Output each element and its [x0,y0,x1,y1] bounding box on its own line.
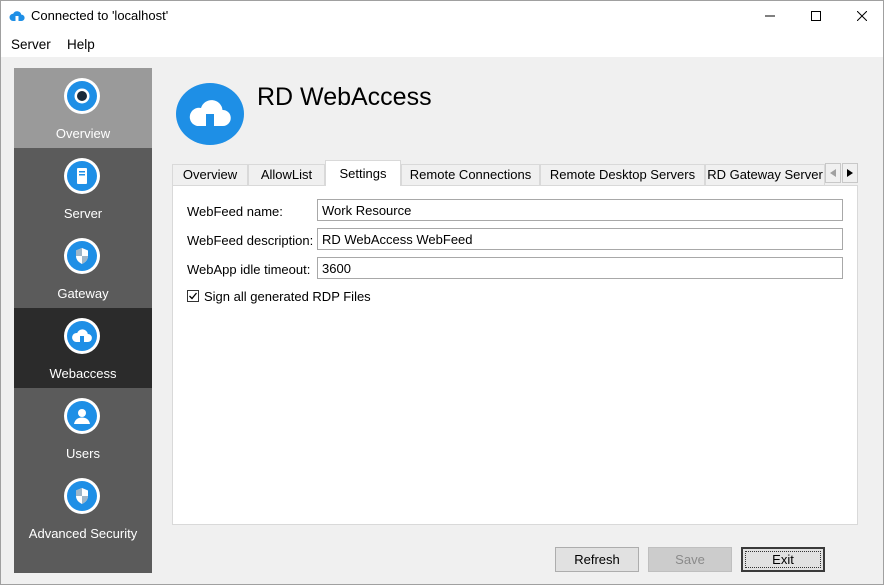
tab-scroll-left-button[interactable] [825,163,841,183]
users-icon [64,398,100,434]
tab-overview[interactable]: Overview [172,164,248,185]
webfeed-name-label: WebFeed name: [187,204,283,219]
exit-button[interactable]: Exit [741,547,825,572]
maximize-icon [811,11,821,21]
close-icon [857,11,867,21]
maximize-button[interactable] [793,1,839,31]
menu-server[interactable]: Server [11,37,51,52]
sidebar-item-label: Overview [55,126,111,141]
webfeed-description-field[interactable] [317,228,843,250]
chevron-right-icon [847,169,853,177]
settings-panel: WebFeed name: WebFeed description: WebAp… [172,185,858,525]
sidebar-item-label: Advanced Security [28,526,138,541]
sign-rdp-checkbox[interactable] [187,290,199,302]
sidebar-item-label: Gateway [57,286,109,301]
minimize-icon [765,15,775,17]
app-window: Connected to 'localhost' Server Help Ove… [0,0,884,585]
tab-rd-gateway-server[interactable]: RD Gateway Server [705,164,825,185]
checkmark-icon [189,292,198,300]
sidebar-item-webaccess[interactable]: Webaccess [14,308,152,388]
refresh-button[interactable]: Refresh [555,547,639,572]
server-icon [64,158,100,194]
tab-remote-connections[interactable]: Remote Connections [401,164,540,185]
title-bar: Connected to 'localhost' [1,1,883,31]
tab-remote-desktop-servers[interactable]: Remote Desktop Servers [540,164,705,185]
sidebar-item-label: Users [66,446,100,461]
tab-allowlist[interactable]: AllowList [248,164,325,185]
tab-settings[interactable]: Settings [325,160,401,186]
menu-help[interactable]: Help [67,37,95,52]
cloud-icon [176,83,244,145]
tab-scroll-right-button[interactable] [842,163,858,183]
window-title: Connected to 'localhost' [31,8,169,23]
page-title: RD WebAccess [257,83,432,111]
shield-icon [64,478,100,514]
overview-icon [64,78,100,114]
sidebar-item-advanced-security[interactable]: Advanced Security [14,468,152,548]
cloud-icon [64,318,100,354]
tab-strip: Overview AllowList Settings Remote Conne… [172,151,858,186]
sidebar-item-gateway[interactable]: Gateway [14,228,152,308]
sidebar-item-overview[interactable]: Overview [14,68,152,148]
save-button[interactable]: Save [648,547,732,572]
webfeed-description-label: WebFeed description: [187,233,314,248]
minimize-button[interactable] [747,1,793,31]
sidebar-item-users[interactable]: Users [14,388,152,468]
webfeed-name-field[interactable] [317,199,843,221]
idle-timeout-label: WebApp idle timeout: [187,262,311,277]
sidebar-item-server[interactable]: Server [14,148,152,228]
sign-rdp-label: Sign all generated RDP Files [204,289,371,304]
idle-timeout-field[interactable] [317,257,843,279]
sidebar-item-label: Webaccess [49,366,117,381]
cloud-icon [9,11,25,21]
menu-bar: Server Help [1,31,883,57]
shield-icon [64,238,100,274]
chevron-left-icon [830,169,836,177]
sidebar: Overview Server Gateway Webaccess Users … [14,68,152,573]
close-button[interactable] [839,1,884,31]
sidebar-item-label: Server [63,206,103,221]
